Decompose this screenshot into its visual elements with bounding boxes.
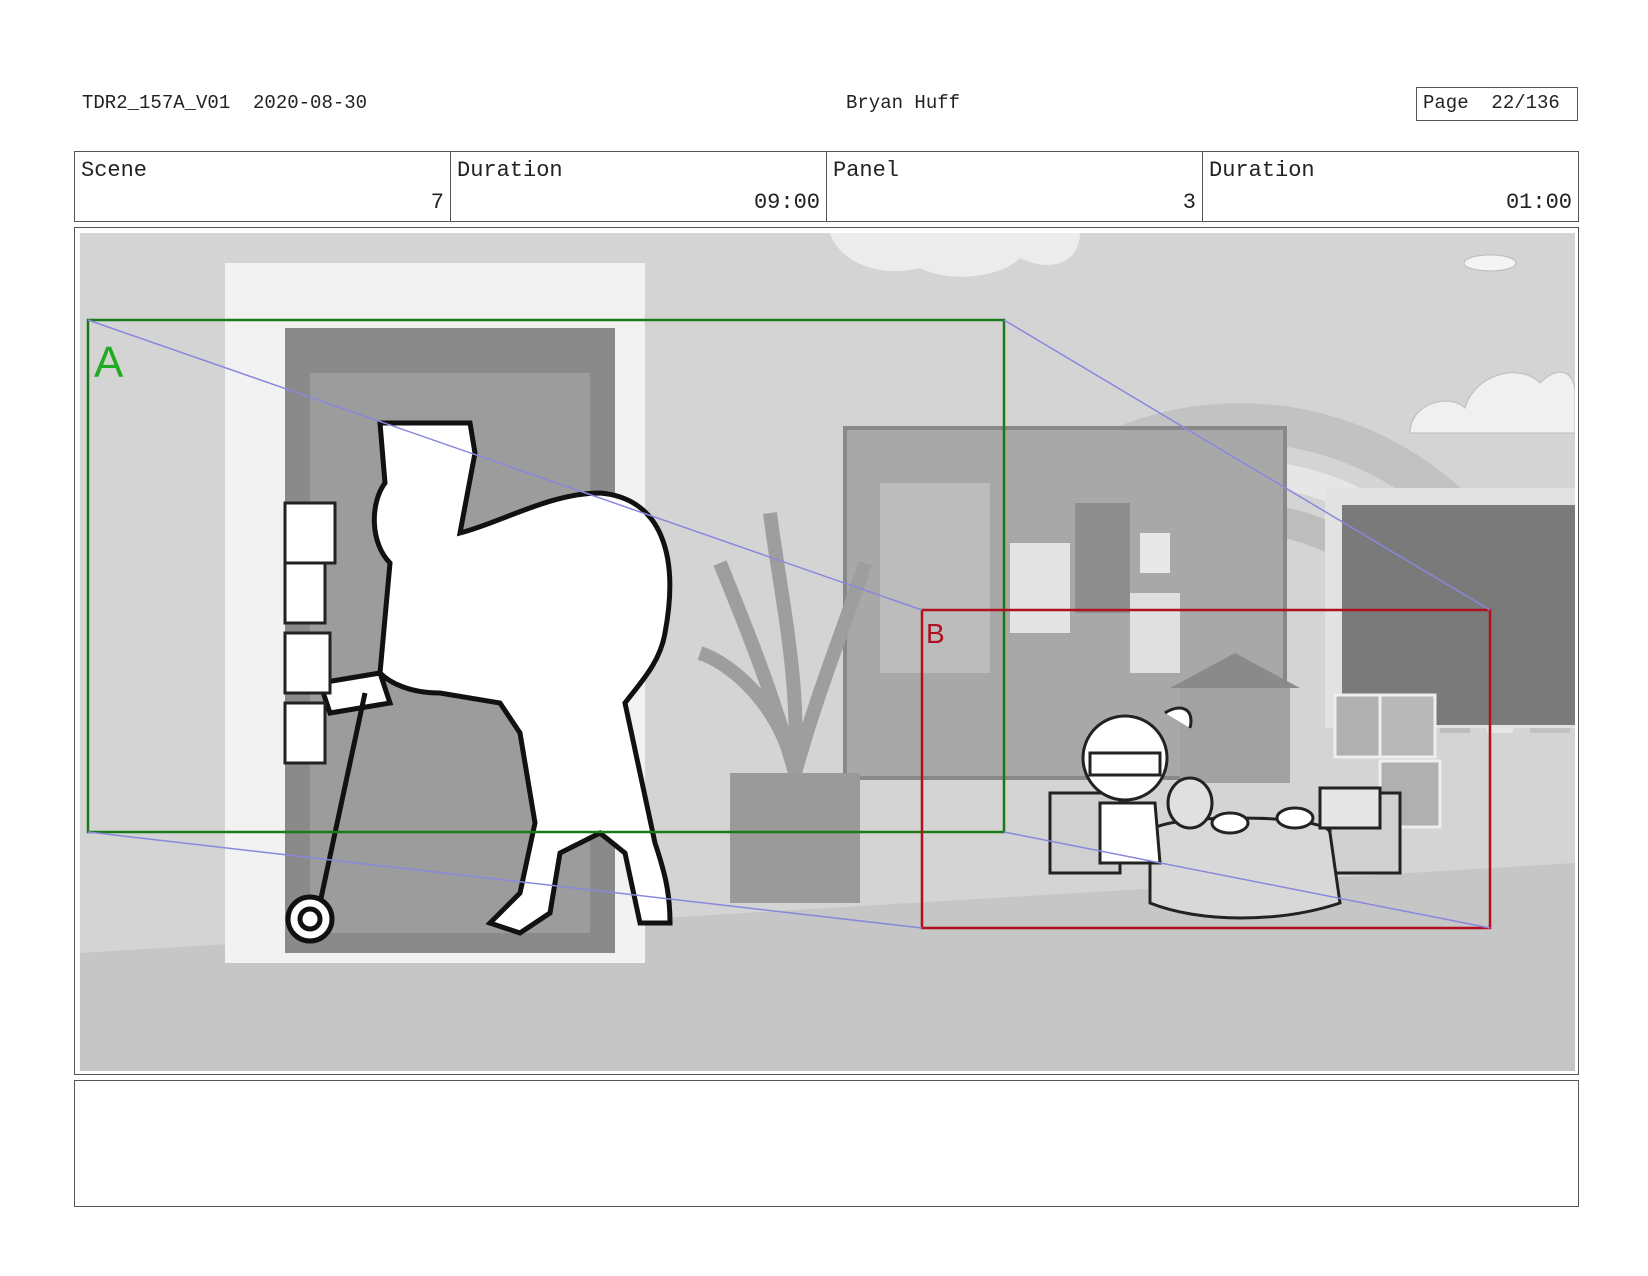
paper-drawing [1140,533,1170,573]
scene-duration-label: Duration [457,158,563,183]
panel-duration-value: 01:00 [1505,190,1572,215]
panel-label: Panel [833,158,900,183]
scene-info-row: Scene 7 Duration 09:00 Panel 3 Duration … [74,151,1579,222]
scene-duration-value: 09:00 [753,190,820,215]
document-id: TDR2_157A_V01 2020-08-30 [82,92,368,114]
number-block [1378,693,1437,759]
scene-value: 7 [430,190,444,215]
scene-duration-cell: Duration 09:00 [451,152,827,221]
panel-duration-cell: Duration 01:00 [1203,152,1578,221]
scene-cell: Scene 7 [75,152,451,221]
panel-notes-box [74,1080,1579,1207]
panel-cell: Panel 3 [827,152,1203,221]
paper-drawing [1130,593,1180,673]
panel-value: 3 [1182,190,1196,215]
dollhouse [1180,683,1290,783]
plant-pot [730,773,860,903]
storyboard-panel: A B [74,227,1579,1075]
scene-label: Scene [81,158,148,183]
window-blinds [1342,505,1575,725]
paper-drawing [1010,543,1070,633]
paper-drawing [1075,503,1130,613]
panel-duration-label: Duration [1209,158,1315,183]
frame-a-label: A [94,338,124,387]
page-number: Page 22/136 [1416,87,1578,121]
author-name: Bryan Huff [846,92,961,114]
ceiling-light [1463,254,1517,272]
panel-illustration: A B [80,233,1575,1071]
frame-b-label: B [926,618,945,649]
